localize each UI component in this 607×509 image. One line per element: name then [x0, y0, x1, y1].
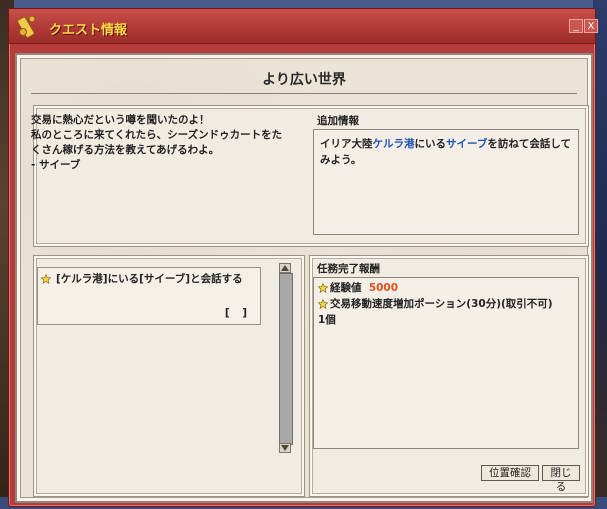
item-star-icon: [318, 299, 328, 309]
objective-scrollbar[interactable]: [279, 273, 293, 445]
item-reward-name: 交易移動速度増加ポーション(30分)(取引不可): [330, 298, 553, 310]
reward-box: 経験値 5000 交易移動速度増加ポーション(30分)(取引不可) 1個: [313, 277, 579, 449]
quest-dialog-text: 交易に熱心だという噂を聞いたのよ！ 私のところに来てくれたら、シーズンドゥカート…: [31, 114, 283, 171]
exp-value: 5000: [368, 282, 399, 294]
locate-button[interactable]: 位置確認: [481, 465, 539, 481]
item-reward-count: 1個: [318, 314, 336, 326]
objective-text: [ケルラ港]にいる[サイーブ]と会話する: [56, 273, 243, 285]
title-divider: [31, 93, 577, 94]
info-text-before: イリア大陸: [320, 138, 373, 150]
additional-info-box: イリア大陸ケルラ港にいるサイーブを訪ねて会話してみよう。: [313, 129, 579, 235]
arrow-up-icon: [281, 265, 289, 271]
quest-info-window: クエスト情報 _ X より広い世界 交易に熱心だという噂を聞いたのよ！ 私のとこ…: [8, 8, 598, 507]
exp-label: 経験値: [330, 282, 362, 294]
exp-reward: 経験値 5000: [330, 281, 398, 296]
quest-title: より広い世界: [262, 72, 346, 88]
additional-info-label: 追加情報: [317, 115, 359, 127]
npc-link[interactable]: サイーブ: [446, 138, 487, 150]
quest-parchment: より広い世界 交易に熱心だという噂を聞いたのよ！ 私のところに来てくれたら、シー…: [15, 53, 593, 503]
exp-star-icon: [318, 283, 328, 293]
close-button[interactable]: 閉じる: [542, 465, 580, 493]
scroll-up-button[interactable]: [279, 263, 291, 273]
info-text-middle: にいる: [414, 138, 447, 150]
reward-label: 任務完了報酬: [317, 263, 380, 275]
objective-status: [ ]: [224, 307, 248, 319]
additional-info-text: イリア大陸ケルラ港にいるサイーブを訪ねて会話してみよう。: [320, 136, 572, 168]
minimize-button[interactable]: _: [569, 19, 583, 33]
close-window-button[interactable]: X: [584, 19, 598, 33]
window-title: クエスト情報: [49, 23, 128, 38]
scroll-down-button[interactable]: [279, 443, 291, 453]
title-bar[interactable]: クエスト情報 _ X: [9, 9, 598, 44]
place-link[interactable]: ケルラ港: [373, 138, 415, 150]
arrow-down-icon: [281, 445, 289, 451]
objective-item[interactable]: [ケルラ港]にいる[サイーブ]と会話する [ ]: [37, 267, 261, 325]
quest-scroll-icon: [15, 13, 41, 39]
